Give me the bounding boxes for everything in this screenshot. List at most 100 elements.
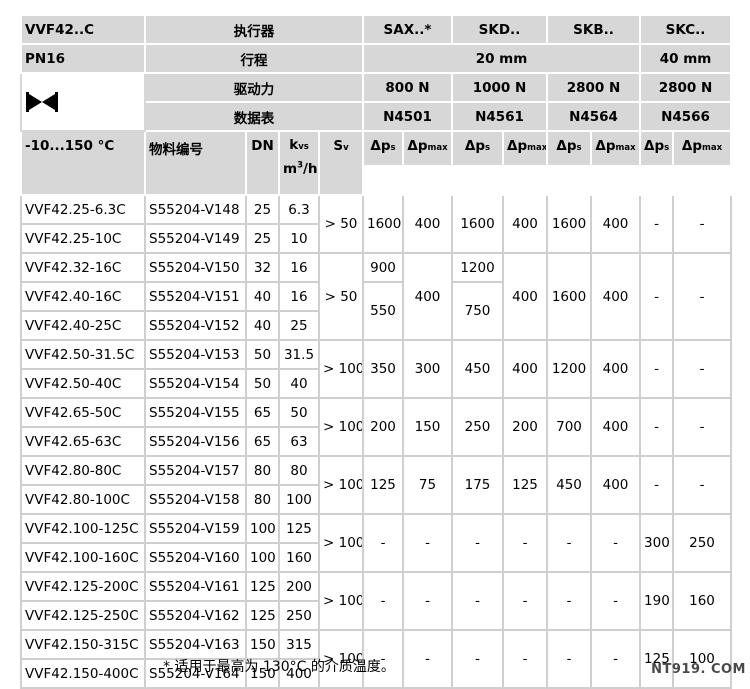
col-kvs: kvs m3/h	[278, 130, 320, 196]
skd-dps-cell: 450	[451, 339, 504, 399]
type-cell: VVF42.100-125C	[20, 513, 146, 544]
type-cell: VVF42.25-10C	[20, 223, 146, 254]
stroke-label: 行程	[144, 43, 364, 74]
sv-cell: > 100	[318, 455, 364, 515]
part-cell: S55204-V149	[144, 223, 247, 254]
part-cell: S55204-V154	[144, 368, 247, 399]
footnote: * 适用于最高为 130°C 的介质温度。	[163, 659, 395, 675]
col-part-number: 物料编号	[144, 130, 247, 196]
sax-dpmax-cell: 150	[402, 397, 453, 457]
type-cell: VVF42.40-16C	[20, 281, 146, 312]
dn-cell: 65	[245, 397, 280, 428]
part-cell: S55204-V151	[144, 281, 247, 312]
kvs-unit: m	[283, 161, 298, 177]
skc-dpmax-cell: -	[672, 397, 733, 457]
kvs-cell: 6.3	[278, 194, 320, 225]
skd-dpmax-cell: 400	[502, 339, 548, 399]
table-row: VVF42.125-200C S55204-V161 125 200 > 100…	[20, 571, 733, 631]
col-sax-dps: Δps	[362, 130, 404, 167]
dpmax-label: Δp	[507, 138, 528, 154]
skb-dps-cell: 700	[546, 397, 592, 457]
actuator-skc: SKC..	[639, 14, 733, 45]
part-cell: S55204-V162	[144, 600, 247, 631]
table-row: VVF42.32-16C S55204-V150 32 16 > 50 900 …	[20, 252, 733, 341]
part-cell: S55204-V158	[144, 484, 247, 515]
actuator-skb: SKB..	[545, 14, 642, 45]
part-cell: S55204-V163	[144, 629, 247, 660]
column-header-row: -10...150 °C 物料编号 DN kvs m3/h Sv Δps Δpm…	[20, 130, 733, 196]
skb-dpmax-cell: -	[589, 629, 642, 689]
part-cell: S55204-V150	[144, 252, 247, 283]
dpmax-label: Δp	[407, 138, 428, 154]
col-skd-dpmax: Δpmax	[502, 130, 548, 167]
skd-dps-cell: 1600	[451, 194, 504, 254]
kvs-cell: 250	[278, 600, 320, 631]
skb-dpmax-cell: -	[589, 513, 642, 573]
col-sax-dpmax: Δpmax	[402, 130, 453, 167]
datasheet-sax: N4501	[362, 101, 453, 132]
col-skb-dps: Δps	[546, 130, 592, 167]
kvs-cell: 315	[278, 629, 320, 660]
skc-dpmax-cell: 160	[672, 571, 733, 631]
skb-dps-cell: 1600	[546, 194, 592, 254]
kvs-cell: 10	[278, 223, 320, 254]
kvs-cell: 80	[278, 455, 320, 486]
skb-dps-cell: 450	[546, 455, 592, 515]
dn-cell: 25	[245, 223, 280, 254]
skc-dpmax-cell: -	[672, 252, 733, 341]
sax-dps-cell: -	[362, 571, 404, 631]
type-cell: VVF42.125-250C	[20, 600, 146, 631]
dn-cell: 25	[245, 194, 280, 225]
skd-dps-cell: -	[451, 571, 504, 631]
dn-cell: 40	[245, 310, 280, 341]
part-cell: S55204-V159	[144, 513, 247, 544]
sax-dpmax-cell: -	[402, 571, 453, 631]
skc-dps-cell: 300	[639, 513, 675, 573]
part-cell: S55204-V157	[144, 455, 247, 486]
kvs-cell: 16	[278, 281, 320, 312]
skc-dpmax-cell: -	[672, 455, 733, 515]
dpmax-sub: max	[427, 143, 448, 153]
skc-dps-cell: 190	[639, 571, 675, 631]
skb-dps-cell: -	[546, 629, 592, 689]
type-cell: VVF42.150-315C	[20, 629, 146, 660]
skb-dps-cell: -	[546, 571, 592, 631]
force-sax: 800 N	[362, 72, 453, 103]
sax-dpmax-cell: -	[402, 629, 453, 689]
actuator-label: 执行器	[144, 14, 364, 45]
datasheet-skc: N4566	[639, 101, 733, 132]
col-sv: Sv	[318, 130, 364, 196]
pressure-class: PN16	[20, 43, 146, 74]
skb-dpmax-cell: -	[589, 571, 642, 631]
col-skc-dps: Δps	[639, 130, 675, 167]
datasheet-skd: N4561	[451, 101, 548, 132]
dn-cell: 100	[245, 513, 280, 544]
type-cell: VVF42.150-400C	[20, 658, 146, 689]
skb-dpmax-cell: 400	[589, 252, 642, 341]
dn-cell: 40	[245, 281, 280, 312]
dn-cell: 125	[245, 600, 280, 631]
kvs-cell: 125	[278, 513, 320, 544]
dps-sub: s	[390, 143, 396, 153]
dn-cell: 65	[245, 426, 280, 457]
header-row-stroke: PN16 行程 20 mm 40 mm	[20, 43, 733, 74]
col-skb-dpmax: Δpmax	[589, 130, 642, 167]
skb-dpmax-cell: 400	[589, 339, 642, 399]
header-row-actuator: VVF42..C 执行器 SAX..* SKD.. SKB.. SKC..	[20, 14, 733, 45]
dps-label: Δp	[464, 138, 486, 154]
skc-dps-cell: 125	[639, 629, 675, 689]
sax-dps-cell: 125	[362, 455, 404, 515]
datasheet-label: 数据表	[144, 101, 364, 132]
skb-dps-cell: 1200	[546, 339, 592, 399]
force-label: 驱动力	[144, 72, 364, 103]
skc-dpmax-cell: -	[672, 339, 733, 399]
skc-dps-cell: -	[639, 194, 675, 254]
skc-dps-cell: -	[639, 339, 675, 399]
sax-dpmax-cell: 400	[402, 252, 453, 341]
part-cell: S55204-V155	[144, 397, 247, 428]
type-cell: VVF42.100-160C	[20, 542, 146, 573]
table-row: VVF42.50-31.5C S55204-V153 50 31.5 > 100…	[20, 339, 733, 399]
skd-dps-cell: 750	[451, 281, 504, 341]
col-dn: DN	[245, 130, 280, 196]
dps-sub: s	[664, 143, 670, 153]
